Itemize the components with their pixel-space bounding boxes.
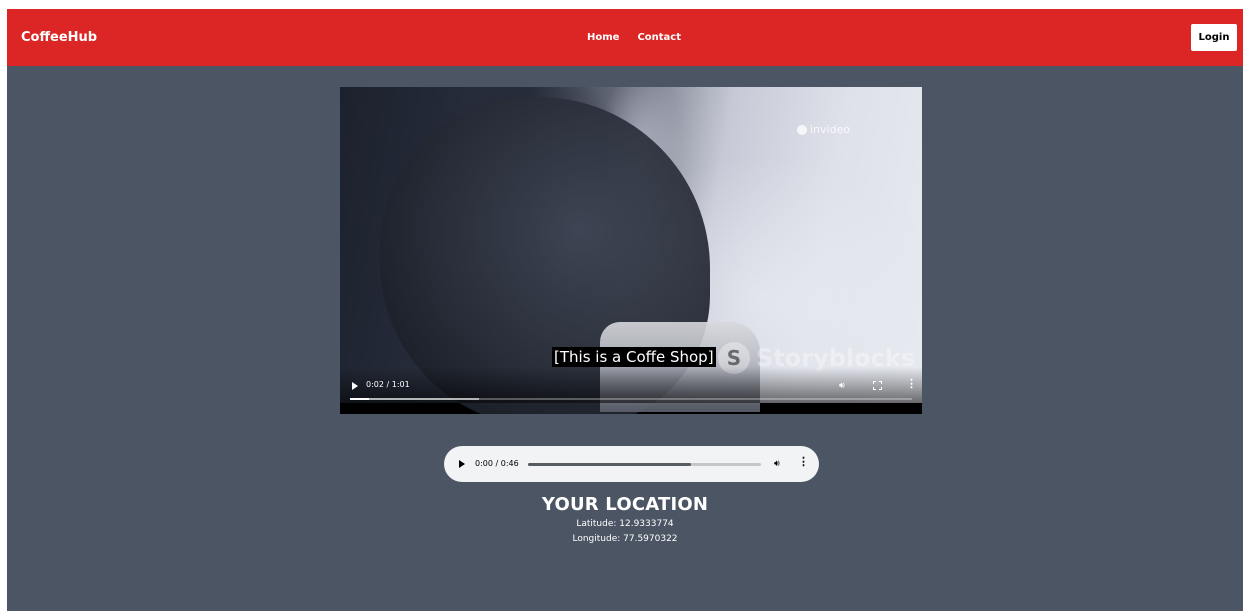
- more-options-icon[interactable]: ⋮: [906, 379, 917, 390]
- page-frame: CoffeeHub Home Contact Login invideo S S…: [7, 9, 1243, 611]
- play-icon[interactable]: [352, 382, 358, 390]
- nav-link-home[interactable]: Home: [587, 32, 619, 43]
- watermark-text: invideo: [810, 123, 851, 136]
- video-buffered-bar: [350, 398, 480, 400]
- audio-progress-bar[interactable]: [528, 463, 761, 466]
- latitude-text: Latitude: 12.9333774: [576, 519, 674, 529]
- location-title: YOUR LOCATION: [541, 494, 709, 515]
- volume-icon[interactable]: 🔊︎: [774, 458, 780, 469]
- more-options-icon[interactable]: ⋮: [798, 457, 809, 468]
- nav-links: Home Contact: [587, 32, 681, 43]
- navbar: CoffeeHub Home Contact Login: [7, 9, 1243, 66]
- audio-time: 0:00 / 0:46: [475, 459, 519, 468]
- video-progress-fill: [350, 398, 369, 400]
- invideo-logo-icon: [797, 124, 807, 135]
- longitude-text: Longitude: 77.5970322: [572, 534, 678, 544]
- audio-player[interactable]: 0:00 / 0:46 🔊︎ ⋮: [444, 446, 819, 482]
- brand-logo[interactable]: CoffeeHub: [21, 30, 97, 45]
- play-icon[interactable]: [459, 460, 465, 468]
- video-caption: [This is a Coffe Shop]: [552, 347, 716, 367]
- location-section: YOUR LOCATION Latitude: 12.9333774 Longi…: [7, 493, 1243, 547]
- volume-icon[interactable]: 🔊︎: [839, 380, 845, 391]
- video-progress-bar[interactable]: [350, 398, 912, 400]
- nav-link-contact[interactable]: Contact: [637, 32, 681, 43]
- login-button[interactable]: Login: [1191, 24, 1237, 51]
- video-watermark: invideo: [797, 123, 850, 136]
- audio-buffered-fill: [528, 463, 692, 466]
- video-time: 0:02 / 1:01: [366, 380, 410, 389]
- video-player[interactable]: invideo S Storyblocks [This is a Coffe S…: [340, 87, 922, 414]
- fullscreen-icon[interactable]: [873, 381, 882, 390]
